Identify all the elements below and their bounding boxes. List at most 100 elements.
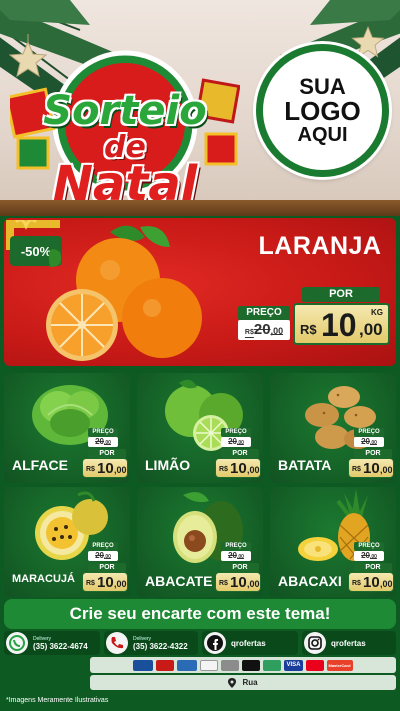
old-price-int: 20 [95,551,104,560]
product-new-price: R$ 10,00 [82,458,128,478]
old-price-value: 20,00 [88,437,118,447]
por-label: POR [221,563,259,572]
card-logo-icon [221,659,240,671]
cta-banner[interactable]: Crie seu encarte com este tema! [4,599,396,629]
old-price-dec: ,00 [270,326,284,336]
old-price-dec: ,00 [236,440,244,446]
old-price-int: 20 [361,437,370,446]
currency: R$ [352,466,361,473]
price-int: 10 [230,574,247,591]
por-label: POR [354,563,392,572]
facebook-icon [204,632,226,654]
por-label: POR [354,449,392,458]
price-int: 10 [97,574,114,591]
product-new-price: R$ 10,00 [348,572,394,592]
old-price-currency: R$ [244,329,254,336]
old-price-label: PREÇO [88,428,118,437]
card-logo-icon [133,659,154,671]
facebook-contact[interactable]: qrofertas [202,631,298,655]
logo-text-line-1: SUA [299,73,346,99]
old-price-int: 20 [253,321,271,338]
old-price-label: PREÇO [354,428,384,437]
phone-icon [106,632,128,654]
price-int: 10 [321,307,357,343]
product-new-price: R$ 10,00 [215,572,261,592]
currency: R$ [219,580,228,587]
old-price-int: 20 [228,437,237,446]
old-price-value: 20,00 [221,551,251,561]
old-price-dec: ,00 [369,440,377,446]
product-name: BATATA [278,457,332,473]
title-line-1: Sorteio [43,88,207,134]
old-price-dec: ,00 [103,554,111,560]
price-int: 10 [363,460,380,477]
currency: R$ [219,466,228,473]
price-int: 10 [97,460,114,477]
logo-placeholder[interactable]: SUA LOGO AQUI [256,44,389,177]
logo-text-line-3: AQUI [297,124,348,147]
old-price-label: PREÇO [238,306,290,320]
instagram-handle: qrofertas [331,638,366,648]
old-price-int: 20 [95,437,104,446]
por-label: POR [302,287,380,302]
payment-methods: VISA MasterCard [90,657,396,673]
card-logo-icon [177,659,198,671]
por-label: POR [221,449,259,458]
old-price-value: 20,00 [354,437,384,447]
product-new-price: R$ 10,00 [348,458,394,478]
whatsapp-number: (35) 3622-4674 [33,641,88,651]
currency: R$ [352,580,361,587]
card-logo-icon [200,659,219,671]
price-int: 10 [363,574,380,591]
currency: R$ [86,466,95,473]
visa-logo: VISA [284,659,303,671]
old-price-dec: ,00 [103,440,111,446]
product-name: ABACAXI [278,573,342,589]
old-price-value: 20,00 [221,437,251,447]
old-price-label: PREÇO [221,542,251,551]
product-card[interactable]: PREÇO 20,00 POR R$ 10,00 LIMÃO [137,373,263,483]
old-price-value: 20,00 [88,551,118,561]
currency: R$ [86,580,95,587]
title-badge: Sorteio de Natal [10,38,240,210]
currency: R$ [300,322,317,337]
price-dec: ,00 [247,465,260,475]
product-card[interactable]: PREÇO 20,00 POR R$ 10,00 MARACUJÁ [4,487,130,597]
price-dec: ,00 [114,465,127,475]
product-name: MARACUJÁ [12,573,75,585]
product-card[interactable]: PREÇO 20,00 POR R$ 10,00 ABACATE [137,487,263,597]
wood-divider [0,200,400,216]
product-new-price: R$ 10,00 [82,572,128,592]
price-int: 10 [230,460,247,477]
price-dec: ,00 [114,579,127,589]
old-price-int: 20 [228,551,237,560]
address-bar[interactable]: Rua [90,675,396,690]
old-price-dec: ,00 [369,554,377,560]
product-card[interactable]: PREÇO 20,00 POR R$ 10,00 BATATA [270,373,396,483]
orange-image [46,225,202,361]
mastercard-logo: MasterCard [326,659,353,671]
card-logo-icon [156,659,175,671]
card-logo-icon [242,659,261,671]
product-name: ABACATE [145,573,213,589]
product-name: ALFACE [12,457,68,473]
old-price-value: 20,00 [354,551,384,561]
instagram-contact[interactable]: qrofertas [302,631,396,655]
header: Sorteio de Natal SUA LOGO AQUI [0,0,400,210]
price-dec: ,00 [380,465,393,475]
old-price-label: PREÇO [221,428,251,437]
unit-label: KG [371,308,383,317]
product-card[interactable]: PREÇO 20,00 POR R$ 10,00 ABACAXI [270,487,396,597]
logo-text-line-2: LOGO [284,95,361,126]
price-dec: ,00 [247,579,260,589]
disclaimer: *Imagens Meramente Ilustrativas [6,697,109,704]
product-name: LIMÃO [145,457,191,473]
price-dec: ,00 [380,579,393,589]
por-label: POR [88,449,126,458]
price-dec: ,00 [359,320,383,339]
whatsapp-contact[interactable]: Delivery (35) 3622-4674 [4,631,100,655]
old-price-value: R$20,00 [238,320,290,340]
product-card[interactable]: PREÇO 20,00 POR R$ 10,00 ALFACE [4,373,130,483]
phone-contact[interactable]: Delivery (35) 3622-4322 [104,631,198,655]
whatsapp-icon [6,632,28,654]
